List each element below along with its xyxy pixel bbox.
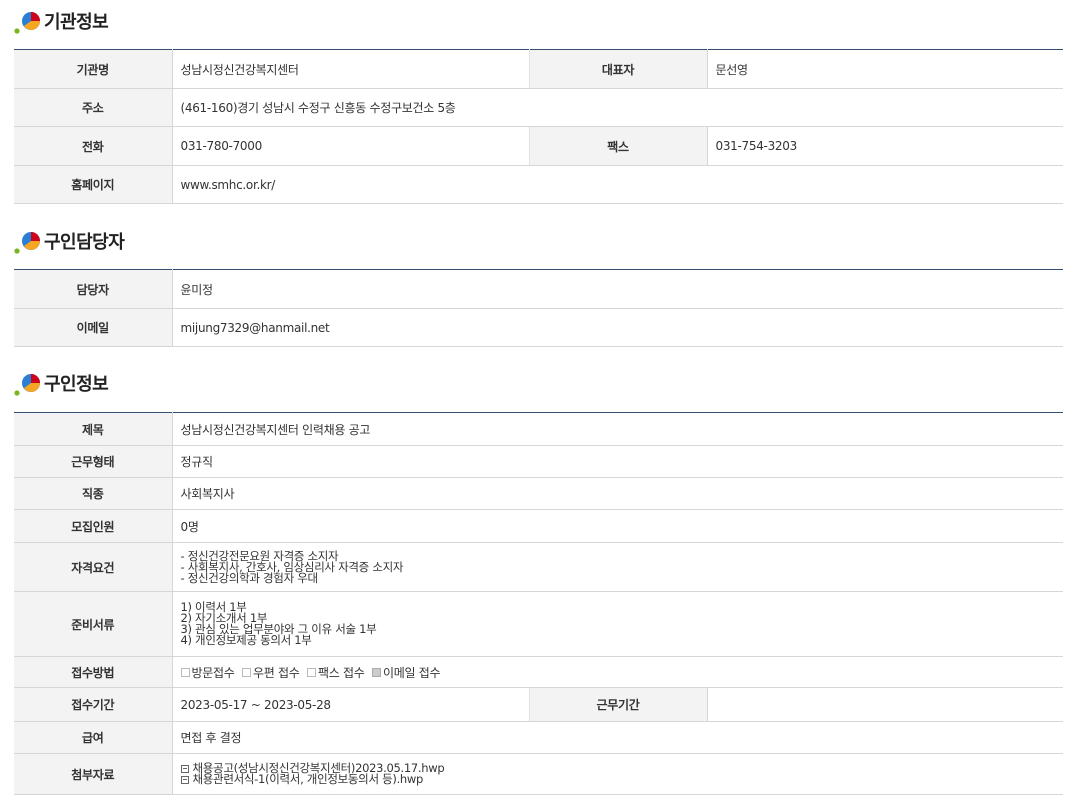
file-icon bbox=[180, 775, 189, 784]
job-period-label: 접수기간 bbox=[14, 687, 173, 722]
org-info-table: 기관명 성남시정신건강복지센터 대표자 문선영 주소 (461-160)경기 성… bbox=[14, 49, 1063, 204]
checkbox-icon bbox=[180, 667, 190, 677]
org-rep-label: 대표자 bbox=[528, 49, 708, 89]
method-label: 이메일 접수 bbox=[382, 665, 441, 680]
job-salary-label: 급여 bbox=[14, 721, 173, 754]
section-title-contact: 구인담당자 bbox=[14, 228, 125, 254]
job-qual-value: - 정신건강전문요원 자격증 소지자 - 사회복지사, 간호사, 임상심리사 자… bbox=[172, 542, 1064, 592]
org-addr-value: (461-160)경기 성남시 수정구 신흥동 수정구보건소 5층 bbox=[172, 88, 1063, 127]
org-tel-label: 전화 bbox=[14, 126, 173, 166]
attachment-name[interactable]: 채용관련서식-1(이력서, 개인정보동의서 등).hwp bbox=[193, 773, 424, 785]
job-type-value: 정규직 bbox=[172, 445, 1064, 478]
org-rep-value: 문선영 bbox=[707, 49, 1063, 89]
job-salary-value: 면접 후 결정 bbox=[172, 721, 1064, 754]
checkbox-checked-icon bbox=[371, 667, 381, 677]
job-docs-value: 1) 이력서 1부 2) 자기소개서 1부 3) 관심 있는 업무분야와 그 이… bbox=[172, 591, 1064, 657]
job-info-table: 제목 성남시정신건강복지센터 인력채용 공고 근무형태 정규직 직종 사회복지사… bbox=[14, 412, 1064, 795]
org-fax-value: 031-754-3203 bbox=[707, 126, 1063, 166]
contact-person-label: 담당자 bbox=[14, 269, 173, 309]
job-work-period-value bbox=[707, 687, 1064, 722]
method-label: 팩스 접수 bbox=[317, 665, 365, 680]
section-title-text: 구인담당자 bbox=[44, 232, 125, 253]
job-work-period-label: 근무기간 bbox=[528, 687, 708, 722]
method-visit: 방문접수 bbox=[180, 664, 235, 681]
job-title-label: 제목 bbox=[14, 412, 173, 446]
org-home-link[interactable]: www.smhc.or.kr/ bbox=[172, 165, 1063, 204]
section-title-text: 기관정보 bbox=[44, 12, 109, 33]
job-title-value: 성남시정신건강복지센터 인력채용 공고 bbox=[172, 412, 1064, 446]
job-occupation-label: 직종 bbox=[14, 477, 173, 510]
method-email: 이메일 접수 bbox=[371, 664, 441, 681]
org-name-value: 성남시정신건강복지센터 bbox=[172, 49, 529, 89]
job-period-value: 2023-05-17 ~ 2023-05-28 bbox=[172, 687, 529, 722]
job-attach-value: 채용공고(성남시정신건강복지센터)2023.05.17.hwp 채용관련서식-1… bbox=[172, 753, 1064, 795]
file-icon bbox=[180, 764, 189, 773]
contact-person-value: 윤미정 bbox=[172, 269, 1063, 309]
job-type-label: 근무형태 bbox=[14, 445, 173, 478]
org-home-label: 홈페이지 bbox=[14, 165, 173, 204]
job-method-label: 접수방법 bbox=[14, 656, 173, 688]
method-mail: 우편 접수 bbox=[241, 664, 300, 681]
method-fax: 팩스 접수 bbox=[306, 664, 365, 681]
job-attach-label: 첨부자료 bbox=[14, 753, 173, 795]
attachment-link[interactable]: 채용관련서식-1(이력서, 개인정보동의서 등).hwp bbox=[180, 773, 1064, 785]
section-title-text: 구인정보 bbox=[44, 374, 109, 395]
docs-line: 3) 관심 있는 업무분야와 그 이유 서술 1부 bbox=[180, 622, 377, 636]
docs-line: 1) 이력서 1부 bbox=[180, 600, 247, 614]
org-addr-label: 주소 bbox=[14, 88, 173, 127]
section-logo-icon bbox=[14, 8, 42, 34]
job-docs-label: 준비서류 bbox=[14, 591, 173, 657]
checkbox-icon bbox=[241, 667, 251, 677]
section-title-job: 구인정보 bbox=[14, 370, 109, 396]
section-logo-icon bbox=[14, 228, 42, 254]
job-qual-label: 자격요건 bbox=[14, 542, 173, 592]
org-name-label: 기관명 bbox=[14, 49, 173, 89]
checkbox-icon bbox=[306, 667, 316, 677]
job-occupation-value: 사회복지사 bbox=[172, 477, 1064, 510]
contact-email-label: 이메일 bbox=[14, 308, 173, 347]
qual-line: - 정신건강의학과 경험자 우대 bbox=[180, 570, 319, 585]
job-count-label: 모집인원 bbox=[14, 509, 173, 543]
job-method-value: 방문접수 우편 접수 팩스 접수 이메일 접수 bbox=[172, 656, 1064, 688]
docs-line: 4) 개인정보제공 동의서 1부 bbox=[180, 633, 312, 647]
section-title-org: 기관정보 bbox=[14, 8, 109, 34]
contact-info-table: 담당자 윤미정 이메일 mijung7329@hanmail.net bbox=[14, 269, 1063, 347]
org-fax-label: 팩스 bbox=[528, 126, 708, 166]
job-count-value: 0명 bbox=[172, 509, 1064, 543]
method-label: 방문접수 bbox=[191, 665, 235, 680]
org-tel-value: 031-780-7000 bbox=[172, 126, 529, 166]
method-label: 우편 접수 bbox=[252, 665, 300, 680]
contact-email-link[interactable]: mijung7329@hanmail.net bbox=[172, 308, 1063, 347]
section-logo-icon bbox=[14, 370, 42, 396]
